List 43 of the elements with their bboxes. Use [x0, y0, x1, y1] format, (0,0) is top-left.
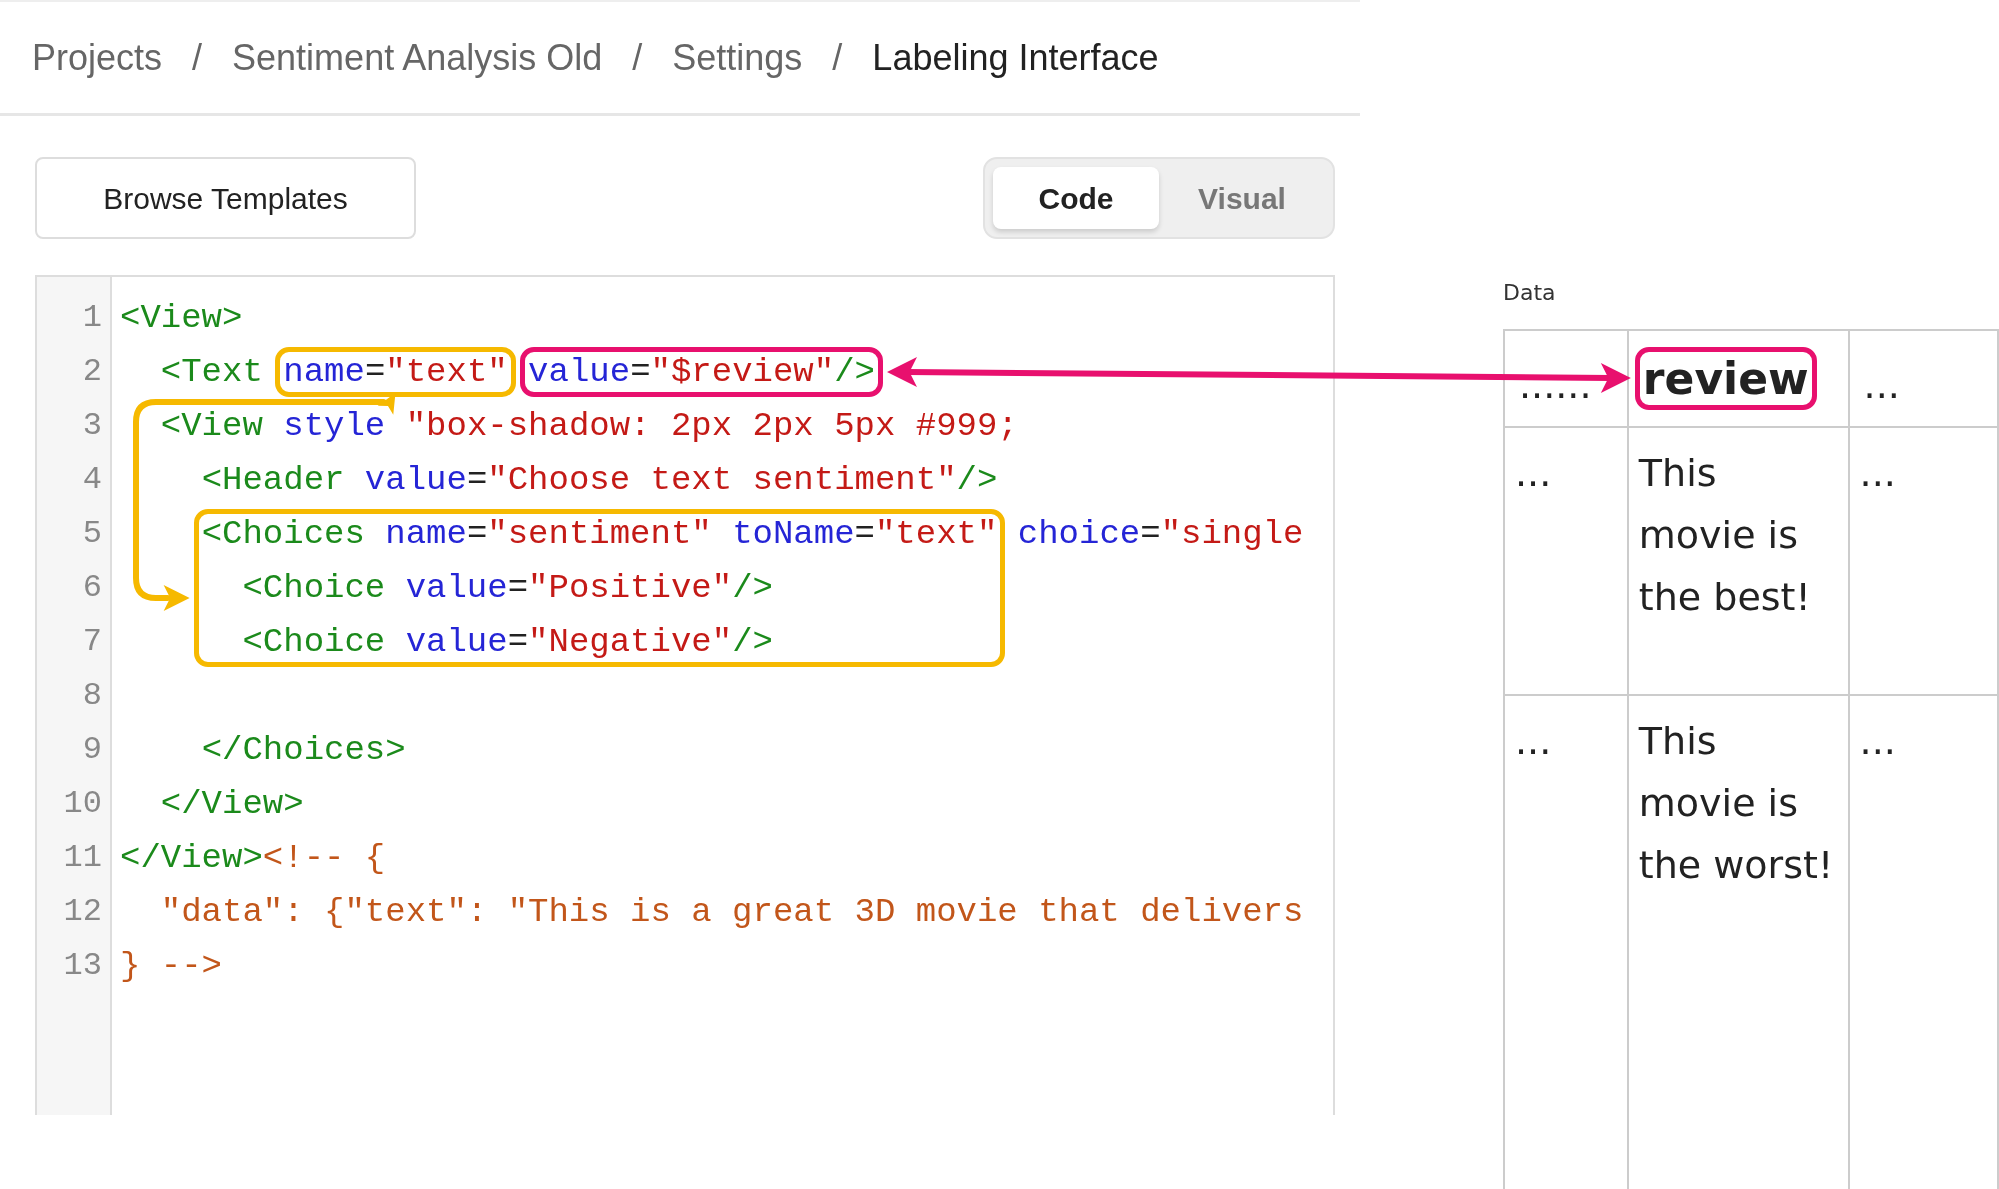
line-number: 7: [81, 622, 103, 662]
table-cell: This movie is the best!: [1627, 427, 1849, 695]
line-number: 1: [81, 298, 103, 338]
breadcrumb-separator: /: [632, 35, 643, 80]
table-header-cell: review: [1627, 330, 1849, 427]
line-number: 11: [62, 838, 103, 878]
code-line: </Choices>: [200, 730, 407, 771]
line-number: 9: [81, 730, 103, 770]
code-line: <Header value="Choose text sentiment"/>: [200, 460, 999, 501]
table-header-cell: ...: [1848, 330, 1998, 427]
line-number: 3: [81, 406, 103, 446]
line-number: 10: [62, 784, 103, 824]
table-header-cell: ......: [1504, 330, 1628, 427]
line-number: 13: [62, 946, 103, 986]
code-line: <Choice value="Negative"/>: [241, 622, 774, 663]
browse-templates-button[interactable]: Browse Templates: [35, 157, 416, 239]
line-number: 5: [81, 514, 103, 554]
table-cell: ...: [1848, 427, 1998, 695]
view-tab[interactable]: Visual: [1159, 167, 1325, 229]
code-line: <Choices name="sentiment" toName="text" choice="single: [200, 514, 1304, 555]
code-line: </View><!-- {: [120, 838, 387, 879]
breadcrumb-link[interactable]: Projects: [32, 30, 163, 85]
line-number: 4: [81, 460, 103, 500]
breadcrumb-link[interactable]: Sentiment Analysis Old: [232, 30, 603, 85]
code-line: "data": {"text": "This is a great 3D movie that delivers: [159, 892, 1304, 933]
breadcrumb-separator: /: [832, 35, 843, 80]
code-line: } -->: [120, 946, 224, 987]
code-line: <View style "box-shadow: 2px 2px 5px #999;: [159, 406, 1019, 447]
code-line: </View>: [159, 784, 305, 825]
line-number: 6: [81, 568, 103, 608]
section-label: Data: [1503, 279, 1557, 307]
line-number: 2: [81, 352, 103, 392]
table-cell: ...: [1504, 695, 1628, 1189]
line-number: 8: [81, 676, 103, 716]
code-line: <View>: [120, 298, 244, 339]
view-tab[interactable]: Code: [993, 167, 1159, 229]
breadcrumb-link[interactable]: Settings: [672, 30, 803, 85]
code-line: <Text name="text" value="$review"/>: [159, 352, 876, 393]
breadcrumb-separator: /: [192, 35, 203, 80]
breadcrumb-current: Labeling Interface: [872, 35, 1159, 80]
table-cell: ...: [1504, 427, 1628, 695]
code-line: <Choice value="Positive"/>: [241, 568, 774, 609]
line-number: 12: [62, 892, 103, 932]
